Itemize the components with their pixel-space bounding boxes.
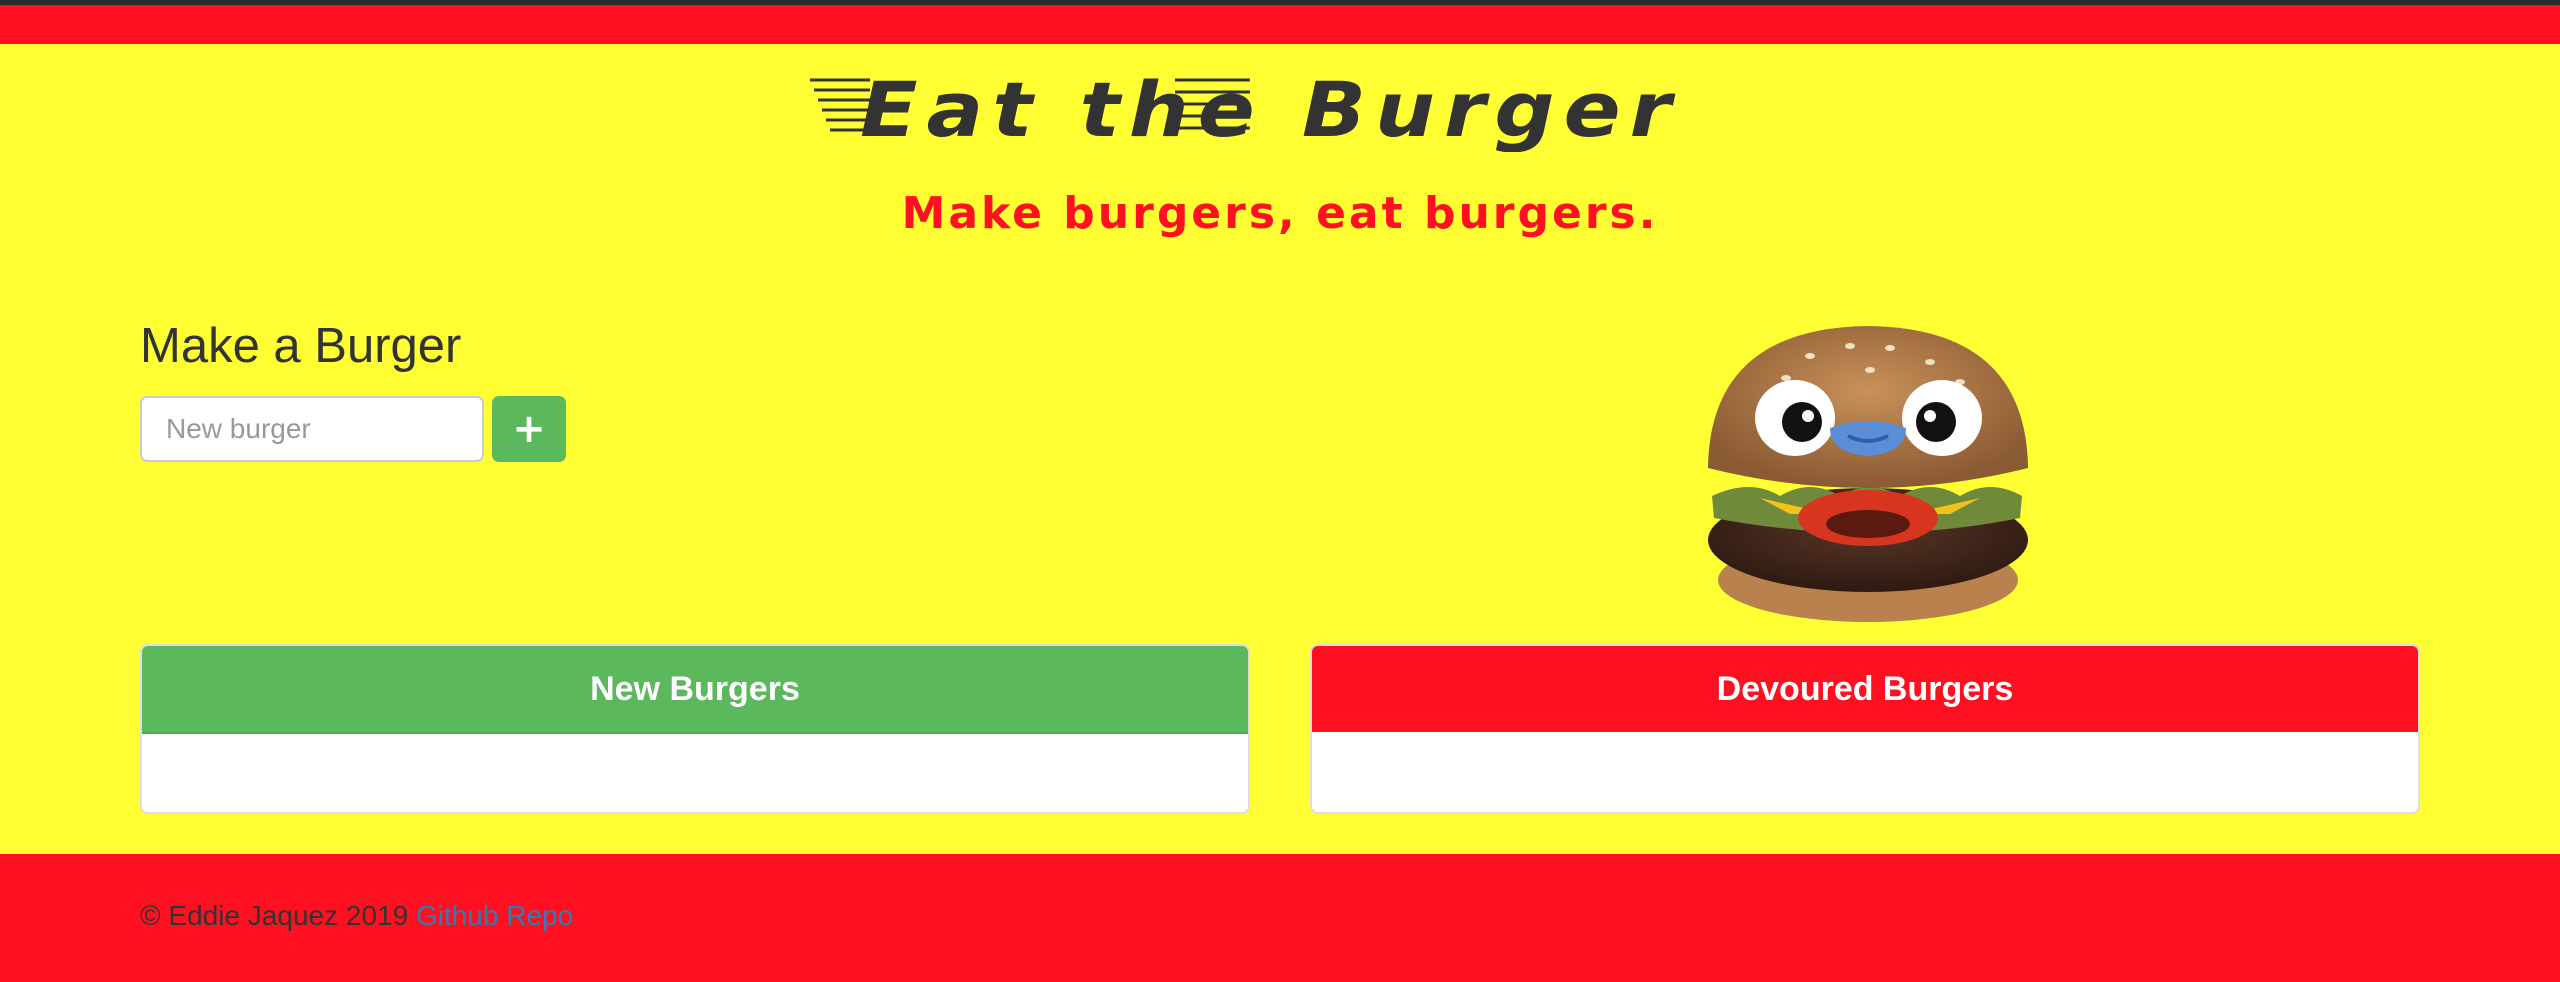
make-burger-heading: Make a Burger [140,319,462,373]
plus-icon: + [512,406,546,452]
devoured-burgers-list [1312,732,2418,812]
new-burgers-heading: New Burgers [142,646,1248,734]
github-repo-link[interactable]: Github Repo [416,900,573,931]
tagline: Make burgers, eat burgers. [901,188,1659,239]
new-burgers-panel: New Burgers [140,644,1250,814]
new-burgers-list [142,734,1248,812]
footer-text: © Eddie Jaquez 2019 Github Repo [140,900,573,932]
add-burger-button[interactable]: + [492,396,566,462]
site-logo: Eat the Burger [810,62,1730,154]
logo-text: Eat the Burger [860,65,1680,152]
new-burger-input[interactable] [140,396,484,462]
copyright-text: © Eddie Jaquez 2019 [140,900,409,931]
top-red-bar [0,5,2560,44]
devoured-burgers-heading: Devoured Burgers [1312,646,2418,732]
devoured-burgers-panel: Devoured Burgers [1310,644,2420,814]
burger-mascot-image [1690,318,2040,628]
